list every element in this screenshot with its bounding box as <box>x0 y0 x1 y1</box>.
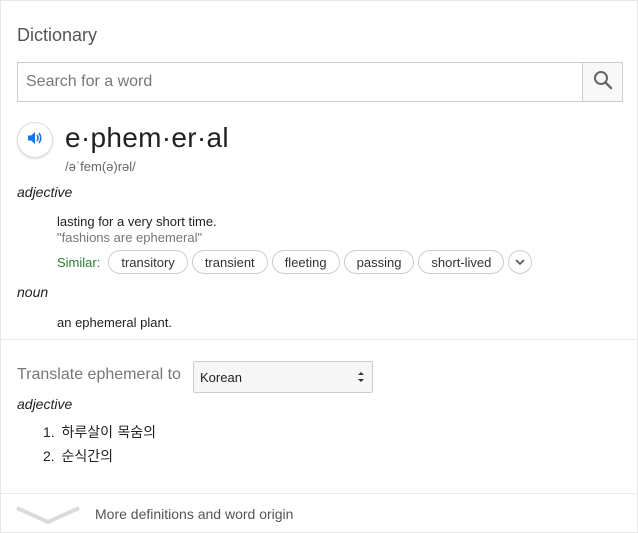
chevron-down-icon <box>15 502 81 531</box>
similar-chip[interactable]: transitory <box>108 250 188 274</box>
example-sentence: "fashions are ephemeral" <box>57 230 203 245</box>
similar-chip[interactable]: fleeting <box>271 250 340 274</box>
select-arrows-icon <box>356 370 366 384</box>
search-icon <box>593 70 613 95</box>
search-input[interactable] <box>18 63 582 101</box>
headword: e·phem·er·al <box>65 122 229 153</box>
definition-text: an ephemeral plant. <box>57 315 172 330</box>
more-definitions-label: More definitions and word origin <box>95 506 294 522</box>
dictionary-card: Dictionary e·phem·er·al /əˈfem(ə)rəl/ ad… <box>0 0 638 533</box>
more-similar-button[interactable] <box>508 250 533 274</box>
part-of-speech-noun: noun <box>17 284 49 300</box>
translation-number: 1. <box>43 424 55 440</box>
translation-item: 2. 순식간의 <box>43 446 113 466</box>
translation-part-of-speech: adjective <box>17 396 73 412</box>
translation-number: 2. <box>43 448 55 464</box>
section-divider <box>1 339 638 340</box>
translation-item: 1. 하루살이 목숨의 <box>43 422 156 442</box>
similar-chip[interactable]: transient <box>191 250 268 274</box>
card-title: Dictionary <box>17 25 98 45</box>
pronunciation-button[interactable] <box>17 122 53 158</box>
similar-chip[interactable]: passing <box>343 250 415 274</box>
search-box <box>17 62 623 102</box>
search-button[interactable] <box>582 63 622 101</box>
speaker-icon <box>26 129 44 152</box>
translation-text: 하루살이 목숨의 <box>61 425 157 441</box>
similar-words-row: Similar: transitory transient fleeting p… <box>57 250 533 274</box>
part-of-speech-adjective: adjective <box>17 184 73 200</box>
chevron-down-icon <box>514 253 526 271</box>
definition-text: lasting for a very short time. <box>57 214 217 229</box>
translate-label: Translate ephemeral to <box>17 366 181 383</box>
more-definitions-link[interactable]: More definitions and word origin <box>1 494 638 533</box>
similar-chip[interactable]: short-lived <box>418 250 505 274</box>
language-select-value: Korean <box>200 369 242 385</box>
language-select[interactable]: Korean <box>193 361 373 393</box>
phonetic-transcription: /əˈfem(ə)rəl/ <box>65 159 136 174</box>
similar-label: Similar: <box>57 254 101 270</box>
translation-text: 순식간의 <box>61 449 113 465</box>
